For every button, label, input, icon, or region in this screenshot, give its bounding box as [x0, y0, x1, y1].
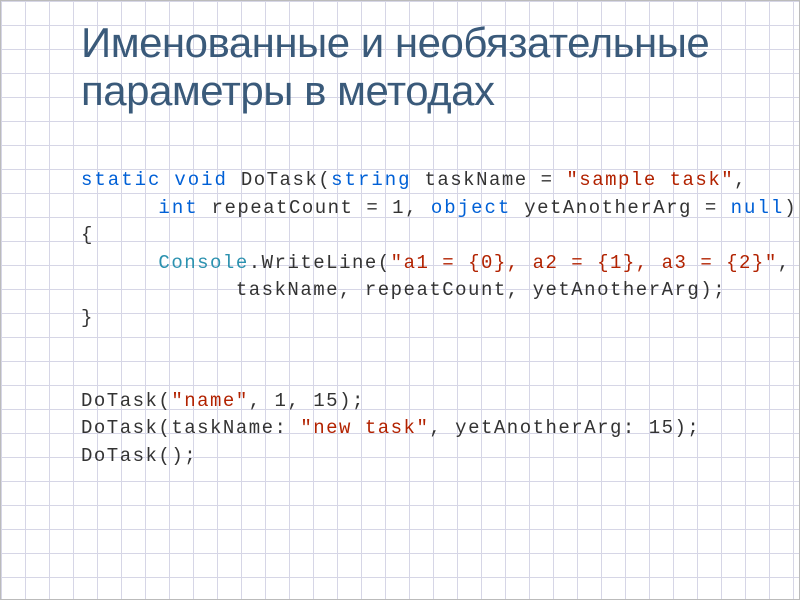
call-1: DoTask("name", 1, 15);	[81, 390, 365, 412]
type-int: int	[158, 197, 198, 219]
call-3: DoTask();	[81, 445, 197, 467]
keyword-static: static	[81, 169, 161, 191]
type-string: string	[331, 169, 411, 191]
code-line-2: int repeatCount = 1, object yetAnotherAr…	[81, 197, 797, 219]
type-object: object	[431, 197, 511, 219]
comma-1: ,	[734, 169, 747, 191]
call1-a: DoTask(	[81, 390, 171, 412]
args-line: taskName, repeatCount, yetAnotherArg);	[236, 279, 726, 301]
writeline-call: .WriteLine(	[249, 252, 391, 274]
param-2: repeatCount = 1,	[199, 197, 431, 219]
class-console: Console	[158, 252, 248, 274]
keyword-void: void	[174, 169, 228, 191]
brace-close: }	[81, 307, 94, 329]
call-2: DoTask(taskName: "new task", yetAnotherA…	[81, 417, 700, 439]
code-line-4: Console.WriteLine("a1 = {0}, a2 = {1}, a…	[81, 252, 791, 274]
paren-close: )	[784, 197, 797, 219]
call1-string: "name"	[171, 390, 248, 412]
string-format: "a1 = {0}, a2 = {1}, a3 = {2}"	[391, 252, 778, 274]
call1-b: , 1, 15);	[249, 390, 365, 412]
slide: Именованные и необязательные параметры в…	[0, 0, 800, 600]
slide-title: Именованные и необязательные параметры в…	[81, 19, 739, 116]
call2-a: DoTask(taskName:	[81, 417, 300, 439]
keyword-null: null	[731, 197, 785, 219]
writeline-tail: ,	[778, 252, 791, 274]
param-3: yetAnotherArg =	[511, 197, 730, 219]
brace-open: {	[81, 224, 94, 246]
string-sample: "sample task"	[566, 169, 734, 191]
call2-string: "new task"	[300, 417, 429, 439]
code-line-1: static void DoTask(string taskName = "sa…	[81, 169, 747, 191]
call2-b: , yetAnotherArg: 15);	[429, 417, 700, 439]
code-line-5: taskName, repeatCount, yetAnotherArg);	[81, 279, 726, 301]
param-1: taskName =	[412, 169, 567, 191]
code-block: static void DoTask(string taskName = "sa…	[81, 140, 739, 498]
fn-name: DoTask(	[228, 169, 331, 191]
